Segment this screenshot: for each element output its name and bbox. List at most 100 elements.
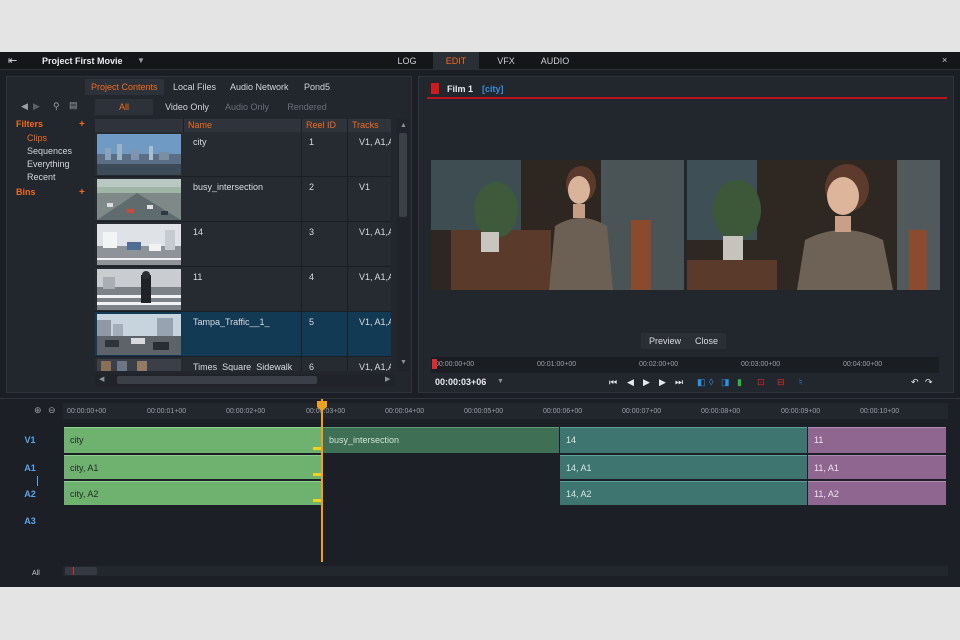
filter-clips[interactable]: Clips <box>27 133 47 144</box>
position-marker <box>73 567 74 575</box>
timeline-clip[interactable]: busy_intersection <box>323 427 559 453</box>
tab-log[interactable]: LOG <box>388 52 426 70</box>
ruler-tick: 00:00:10+00 <box>860 408 900 415</box>
source-monitor[interactable] <box>431 160 684 290</box>
tab-pond5[interactable]: Pond5 <box>298 79 336 95</box>
horizontal-scrollbar[interactable]: ◀ ▶ <box>95 374 395 386</box>
close-button[interactable]: Close <box>687 333 727 349</box>
clip-handle[interactable] <box>313 473 321 476</box>
clip-tracks: V1, A1,A2 <box>359 227 391 237</box>
timeline-clip[interactable]: 14, A1 <box>560 455 807 479</box>
tab-audio[interactable]: AUDIO <box>533 52 577 70</box>
ruler-tick: 00:04:00+00 <box>843 361 883 368</box>
tab-vfx[interactable]: VFX <box>487 52 525 70</box>
scroll-thumb[interactable] <box>399 133 407 217</box>
ruler-tick: 00:00:00+00 <box>435 361 475 368</box>
preview-button[interactable]: Preview <box>641 333 690 349</box>
vertical-scrollbar[interactable]: ▲ ▼ <box>397 119 409 371</box>
track-label-a3[interactable]: A3 <box>0 516 60 526</box>
timecode-display[interactable]: 00:00:03+06 <box>435 376 486 388</box>
flag-icon <box>431 83 439 94</box>
timeline-clip[interactable]: 11, A2 <box>808 481 946 505</box>
timeline-clip[interactable]: 14 <box>560 427 807 453</box>
filters-heading[interactable]: Filters <box>16 119 43 130</box>
clip-handle[interactable] <box>313 499 321 502</box>
clip-table: Name Reel ID Tracks city 1 V1, A1,A2 bus… <box>95 119 391 371</box>
play-icon[interactable]: ▶ <box>643 376 650 388</box>
insert-icon[interactable]: ⊟ <box>777 376 785 388</box>
track-label-a2[interactable]: A2 <box>0 489 60 499</box>
clip-name: 11 <box>193 272 203 282</box>
chevron-down-icon[interactable]: ▼ <box>137 55 145 67</box>
filter-recent[interactable]: Recent <box>27 172 56 183</box>
timeline-clip[interactable]: city <box>64 427 322 453</box>
mark-clip-icon[interactable]: ◊ <box>709 376 713 388</box>
filter-sequences[interactable]: Sequences <box>27 146 72 157</box>
exit-icon[interactable]: ⇤ <box>8 54 24 68</box>
timeline-clip[interactable]: 14, A2 <box>560 481 807 505</box>
chevron-down-icon[interactable]: ▼ <box>497 376 504 388</box>
list-view-icon[interactable]: ▤ <box>69 100 78 111</box>
scroll-thumb[interactable] <box>117 376 317 384</box>
track-label-a1[interactable]: A1 <box>0 463 60 473</box>
forward-arrow-icon[interactable]: ▶ <box>33 101 40 112</box>
redo-icon[interactable]: ↷ <box>925 376 933 388</box>
track-label-v1[interactable]: V1 <box>0 435 60 445</box>
ruler-tick: 00:00:02+00 <box>226 408 266 415</box>
track-link <box>37 476 38 486</box>
ruler-tick: 00:00:07+00 <box>622 408 662 415</box>
overwrite-icon[interactable]: ⊡ <box>757 376 765 388</box>
tab-all[interactable]: All <box>95 99 153 115</box>
tab-local-files[interactable]: Local Files <box>167 79 222 95</box>
timeline-clip[interactable]: city, A1 <box>64 455 322 479</box>
timeline-playhead[interactable] <box>317 399 327 562</box>
timeline-clip[interactable]: 11, A1 <box>808 455 946 479</box>
clip-table-header: Name Reel ID Tracks <box>95 119 391 132</box>
column-reel-id[interactable]: Reel ID <box>301 119 347 132</box>
tab-rendered[interactable]: Rendered <box>279 99 335 115</box>
tab-video-only[interactable]: Video Only <box>159 99 215 115</box>
microphone-icon[interactable]: ♮ <box>799 376 802 388</box>
scroll-down-icon[interactable]: ▼ <box>400 359 407 367</box>
program-monitor[interactable] <box>687 160 940 290</box>
project-title[interactable]: Project First Movie <box>42 55 123 67</box>
timeline-ruler[interactable]: 00:00:00+00 00:00:01+00 00:00:02+00 00:0… <box>63 403 948 419</box>
add-bin-icon[interactable]: + <box>79 187 85 198</box>
back-arrow-icon[interactable]: ◀ <box>21 101 28 112</box>
clip-tracks: V1, A1,A2 <box>359 362 391 371</box>
scroll-thumb[interactable] <box>65 567 97 575</box>
add-filter-icon[interactable]: + <box>79 119 85 130</box>
step-forward-icon[interactable]: ▶ <box>659 376 666 388</box>
tab-project-contents[interactable]: Project Contents <box>85 79 164 95</box>
clip-type-tabs: All Video Only Audio Only Rendered <box>95 99 395 115</box>
step-back-icon[interactable]: ◀ <box>627 376 634 388</box>
timeline-scrollbar[interactable] <box>63 566 948 576</box>
viewer-playhead[interactable] <box>432 359 437 369</box>
column-tracks[interactable]: Tracks <box>347 119 391 132</box>
scroll-right-icon[interactable]: ▶ <box>385 376 390 384</box>
scroll-up-icon[interactable]: ▲ <box>400 122 407 130</box>
close-icon[interactable]: × <box>942 54 947 66</box>
jump-start-icon[interactable]: ⏮ <box>609 376 617 388</box>
mark-in-icon[interactable]: ◧ <box>697 376 706 388</box>
scroll-left-icon[interactable]: ◀ <box>99 376 104 384</box>
timeline-clip[interactable]: 11 <box>808 427 946 453</box>
all-tracks-label[interactable]: All <box>32 569 40 578</box>
viewer-ruler[interactable]: 00:00:00+00 00:01:00+00 00:02:00+00 00:0… <box>431 357 939 373</box>
jump-end-icon[interactable]: ⏭ <box>675 376 683 388</box>
clip-name: Times_Square_Sidewalk <box>193 362 293 371</box>
mark-out-icon[interactable]: ◨ <box>721 376 730 388</box>
filter-everything[interactable]: Everything <box>27 159 70 170</box>
undo-icon[interactable]: ↶ <box>911 376 919 388</box>
clip-handle[interactable] <box>313 447 321 450</box>
search-icon[interactable]: ⚲ <box>53 101 60 112</box>
tab-audio-only[interactable]: Audio Only <box>219 99 275 115</box>
zoom-in-icon[interactable]: ⊕ <box>34 405 42 415</box>
zoom-out-icon[interactable]: ⊖ <box>48 405 56 415</box>
tab-audio-network[interactable]: Audio Network <box>224 79 295 95</box>
bins-heading[interactable]: Bins <box>16 187 36 198</box>
timeline-clip[interactable]: city, A2 <box>64 481 322 505</box>
audio-meter-icon[interactable]: ▮ <box>737 376 742 388</box>
column-name[interactable]: Name <box>183 119 301 132</box>
tab-edit[interactable]: EDIT <box>433 52 479 70</box>
